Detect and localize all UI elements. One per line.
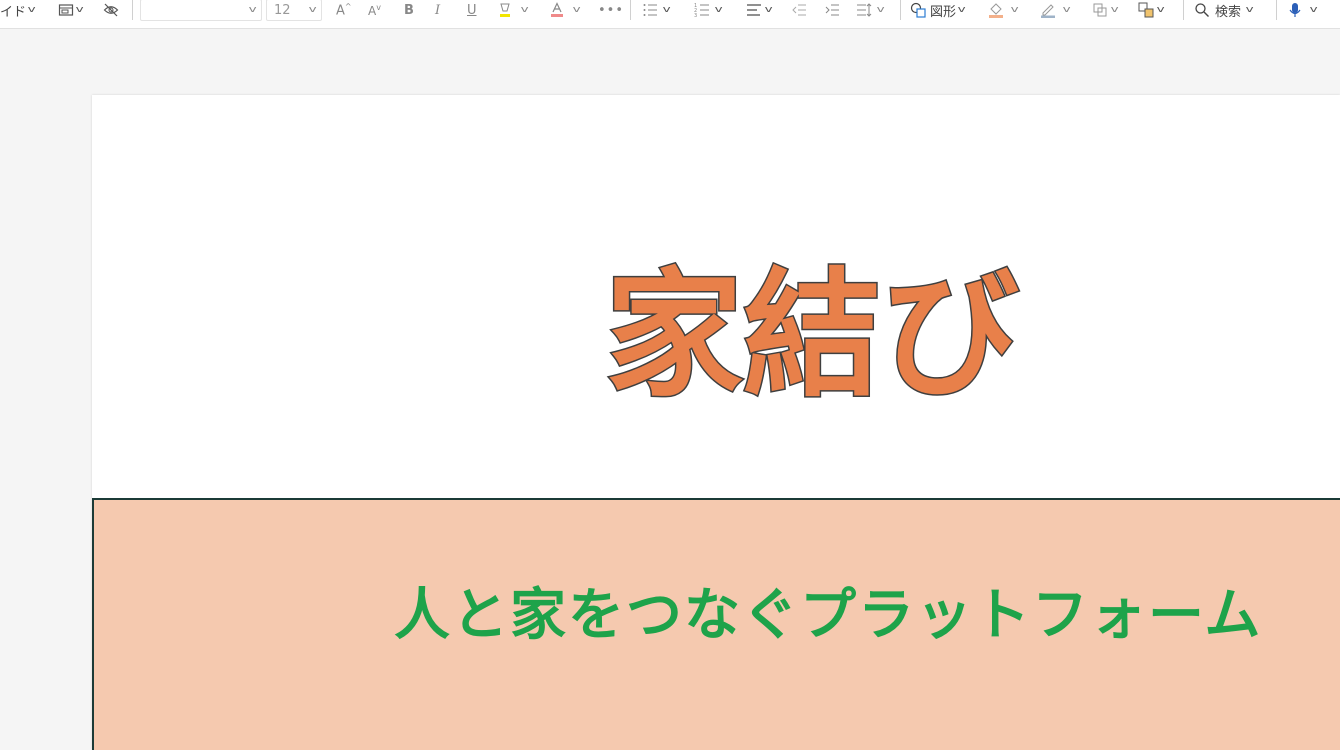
more-icon: ••• xyxy=(598,2,625,18)
chevron-down-icon: v xyxy=(1010,5,1019,15)
slide-canvas[interactable]: 家結び 人と家をつなぐプラットフォーム xyxy=(92,95,1340,750)
numbering-button[interactable]: 123 v xyxy=(694,0,723,20)
chevron-down-icon: v xyxy=(75,5,84,15)
chevron-down-icon: v xyxy=(764,5,773,15)
increase-indent-button[interactable] xyxy=(824,0,840,20)
chevron-down-icon: v xyxy=(1156,5,1165,15)
bullets-button[interactable]: v xyxy=(642,0,671,20)
svg-text:3: 3 xyxy=(694,13,697,18)
chevron-down-icon: v xyxy=(957,5,966,15)
arrange-icon xyxy=(1138,2,1154,18)
numbered-list-icon: 123 xyxy=(694,3,709,18)
arrange-button[interactable]: v xyxy=(1138,0,1165,20)
font-size-select[interactable]: 12 v xyxy=(266,0,322,21)
search-label: 検索 xyxy=(1215,4,1242,20)
shrink-font-icon: Av xyxy=(368,2,381,18)
slide-layout-button[interactable]: v xyxy=(58,0,84,20)
chevron-down-icon: v xyxy=(1062,5,1071,15)
toolbar-divider xyxy=(900,0,901,20)
underline-icon: U xyxy=(467,2,477,18)
align-left-icon xyxy=(747,4,761,16)
outdent-icon xyxy=(792,4,806,16)
underline-button[interactable]: U xyxy=(467,0,477,20)
chevron-down-icon: v xyxy=(1309,5,1318,15)
shrink-font-button[interactable]: Av xyxy=(368,0,381,20)
search-button[interactable]: 検索 v xyxy=(1194,0,1254,20)
layout-dropdown[interactable]: イド v xyxy=(0,0,36,20)
paint-bucket-icon xyxy=(989,3,1003,18)
chevron-down-icon: v xyxy=(520,5,529,15)
italic-icon: I xyxy=(435,2,441,18)
grow-font-button[interactable]: A^ xyxy=(336,0,352,20)
toolbar-divider xyxy=(1183,0,1184,20)
highlight-button[interactable]: v xyxy=(497,0,529,20)
chevron-down-icon: v xyxy=(27,5,36,15)
shapes-button[interactable]: 図形 v xyxy=(910,0,966,20)
highlighter-icon xyxy=(500,3,510,17)
shapes-label: 図形 xyxy=(930,4,957,20)
slide-title: 家結び xyxy=(605,255,1019,410)
shape-effects-button[interactable]: v xyxy=(1092,0,1119,20)
search-icon xyxy=(1195,3,1209,17)
eye-hidden-icon xyxy=(103,3,119,17)
title-textbox[interactable]: 家結び xyxy=(592,250,1032,418)
line-spacing-button[interactable]: v xyxy=(856,0,885,20)
ribbon-toolbar: イド v v v 12 v A^ Av B I U v v ••• v 123 … xyxy=(0,0,1340,29)
chevron-down-icon: v xyxy=(1245,5,1254,15)
slide-layout-icon xyxy=(58,4,74,16)
shape-effects-icon xyxy=(1093,3,1107,17)
bold-icon: B xyxy=(404,2,414,18)
slide-subtitle: 人と家をつなぐプラットフォーム xyxy=(394,583,1263,648)
dictate-button[interactable]: v xyxy=(1287,0,1318,20)
pen-outline-icon xyxy=(1041,4,1055,18)
title-wordart: 家結び xyxy=(603,254,1020,418)
indent-icon xyxy=(825,4,839,16)
bullet-list-icon xyxy=(643,4,657,16)
toolbar-divider xyxy=(1276,0,1277,20)
font-color-icon xyxy=(551,2,563,17)
toolbar-divider xyxy=(132,0,133,20)
align-button[interactable]: v xyxy=(746,0,773,20)
toolbar-divider xyxy=(630,0,631,20)
line-spacing-icon xyxy=(857,3,872,17)
chevron-down-icon: v xyxy=(572,5,581,15)
shape-fill-button[interactable]: v xyxy=(988,0,1019,20)
italic-button[interactable]: I xyxy=(435,0,440,20)
shape-outline-button[interactable]: v xyxy=(1040,0,1071,20)
font-color-button[interactable]: v xyxy=(549,0,581,20)
shapes-icon xyxy=(910,2,926,18)
grow-font-icon: A^ xyxy=(336,1,352,19)
chevron-down-icon: v xyxy=(248,5,257,15)
font-size-value: 12 xyxy=(274,2,291,18)
chevron-down-icon: v xyxy=(876,5,885,15)
more-options-button[interactable]: ••• xyxy=(598,0,624,20)
decrease-indent-button[interactable] xyxy=(791,0,807,20)
chevron-down-icon: v xyxy=(1110,5,1119,15)
microphone-icon xyxy=(1289,3,1301,17)
layout-label: イド xyxy=(0,4,27,20)
chevron-down-icon: v xyxy=(308,5,317,15)
font-family-select[interactable]: v xyxy=(140,0,262,21)
hide-slide-button[interactable] xyxy=(103,0,119,20)
bold-button[interactable]: B xyxy=(404,0,414,20)
chevron-down-icon: v xyxy=(662,5,671,15)
subtitle-band[interactable]: 人と家をつなぐプラットフォーム xyxy=(92,498,1340,750)
chevron-down-icon: v xyxy=(714,5,723,15)
